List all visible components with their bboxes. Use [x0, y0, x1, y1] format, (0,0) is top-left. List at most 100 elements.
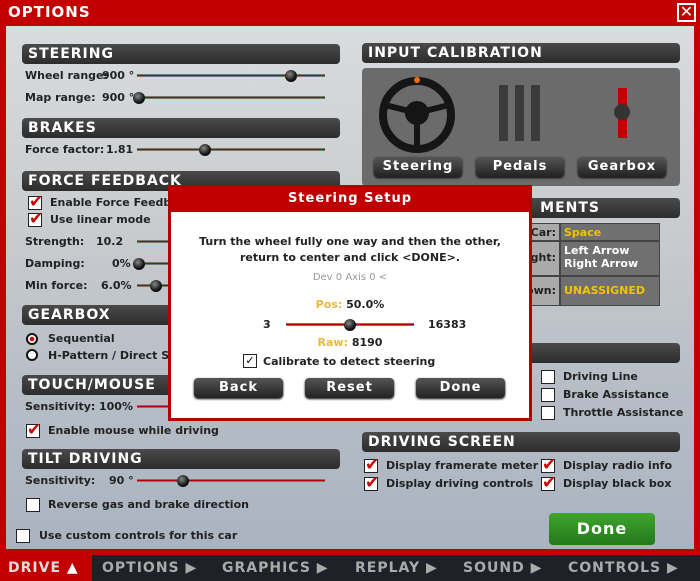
pos-value: 50.0%: [346, 298, 385, 311]
raw-value: 8190: [351, 336, 383, 349]
calibrate-checkbox[interactable]: ✓: [243, 354, 257, 368]
throttle-assistance-label: Throttle Assistance: [563, 406, 684, 419]
gearbox-calibrate-button[interactable]: Gearbox: [578, 157, 666, 177]
dialog-title: Steering Setup: [171, 188, 529, 212]
axis-max: 16383: [428, 318, 467, 331]
pedal-bar-icon: [531, 85, 540, 141]
map-range-label: Map range:: [25, 91, 96, 104]
slider-knob[interactable]: [285, 70, 297, 82]
h-pattern-radio[interactable]: [26, 349, 38, 361]
nav-controls[interactable]: CONTROLS ▶: [568, 555, 679, 581]
map-range-slider[interactable]: [133, 92, 325, 104]
steering-calibrate-button[interactable]: Steering: [374, 157, 462, 177]
reverse-gas-checkbox[interactable]: [26, 497, 40, 516]
strength-value: 10.2: [96, 235, 124, 248]
nav-label: DRIVE: [8, 560, 62, 576]
assignment-value-right: Right Arrow: [564, 257, 639, 270]
force-factor-label: Force factor:: [25, 143, 105, 156]
driving-controls-label: Display driving controls: [386, 477, 534, 490]
nav-label: OPTIONS: [102, 560, 180, 576]
triangle-up-icon: ▲: [66, 560, 79, 576]
triangle-right-icon: ▶: [530, 560, 543, 576]
axis-min: 3: [263, 318, 271, 331]
tilt-sensitivity-slider[interactable]: [137, 475, 325, 487]
reverse-gas-label: Reverse gas and brake direction: [48, 498, 249, 511]
steering-setup-dialog: Steering Setup Turn the wheel fully one …: [168, 185, 532, 421]
touch-sensitivity-label: Sensitivity:: [25, 400, 96, 413]
axis-position-slider: [286, 319, 414, 331]
wheel-range-value: 900 °: [102, 69, 135, 82]
nav-drive[interactable]: DRIVE ▲: [0, 555, 92, 581]
damping-label: Damping:: [25, 257, 85, 270]
slider-knob[interactable]: [177, 475, 189, 487]
assignment-value-left: Left Arrow: [564, 244, 630, 257]
bottom-nav: DRIVE ▲ OPTIONS ▶ GRAPHICS ▶ REPLAY ▶ SO…: [0, 555, 700, 581]
wheel-range-slider[interactable]: [137, 70, 325, 82]
linear-mode-label: Use linear mode: [50, 213, 151, 226]
map-range-value: 900 °: [102, 91, 135, 104]
reset-button[interactable]: Reset: [305, 378, 394, 398]
assignment-value[interactable]: UNASSIGNED: [560, 276, 660, 306]
raw-label: Raw:: [317, 336, 348, 349]
enable-mouse-label: Enable mouse while driving: [48, 424, 219, 437]
framerate-label: Display framerate meter: [386, 459, 539, 472]
wheel-range-label: Wheel range:: [25, 69, 108, 82]
pedal-bar-icon: [515, 85, 524, 141]
driving-line-label: Driving Line: [563, 370, 638, 383]
tilt-driving-header: TILT DRIVING: [22, 449, 340, 469]
enable-mouse-checkbox[interactable]: [26, 420, 41, 442]
done-button[interactable]: Done: [549, 513, 655, 545]
sequential-label: Sequential: [48, 332, 115, 345]
device-axis-label: Dev 0 Axis 0 <: [312, 272, 388, 283]
slider-knob[interactable]: [133, 92, 145, 104]
back-button[interactable]: Back: [194, 378, 283, 398]
black-box-checkbox[interactable]: [541, 473, 556, 495]
driving-screen-header: DRIVING SCREEN: [362, 432, 680, 452]
nav-label: CONTROLS: [568, 560, 662, 576]
nav-graphics[interactable]: GRAPHICS ▶: [222, 555, 329, 581]
gearbox-knob-icon: [614, 104, 630, 120]
assignment-value[interactable]: Left Arrow Right Arrow: [560, 241, 660, 276]
steering-wheel-icon: [379, 77, 455, 153]
nav-sound[interactable]: SOUND ▶: [463, 555, 542, 581]
close-button[interactable]: ✕: [677, 3, 696, 22]
touch-sensitivity-value: 100%: [99, 400, 133, 413]
triangle-right-icon: ▶: [667, 560, 679, 576]
nav-options[interactable]: OPTIONS ▶: [102, 555, 197, 581]
steering-header: STEERING: [22, 44, 340, 64]
slider-knob[interactable]: [199, 144, 211, 156]
tilt-sensitivity-value: 90 °: [109, 474, 134, 487]
instruction-line-1: Turn the wheel fully one way and then th…: [199, 235, 501, 248]
instruction-line-2: return to center and click <DONE>.: [240, 251, 460, 264]
min-force-label: Min force:: [25, 279, 88, 292]
nav-replay[interactable]: REPLAY ▶: [355, 555, 438, 581]
nav-label: REPLAY: [355, 560, 421, 576]
force-factor-slider[interactable]: [137, 144, 325, 156]
brake-assistance-label: Brake Assistance: [563, 388, 669, 401]
black-box-label: Display black box: [563, 477, 672, 490]
linear-mode-checkbox[interactable]: [28, 209, 43, 231]
min-force-value: 6.0%: [101, 279, 132, 292]
dialog-done-button[interactable]: Done: [416, 378, 505, 398]
slider-knob[interactable]: [133, 258, 145, 270]
throttle-assistance-checkbox[interactable]: [541, 405, 555, 424]
slider-knob[interactable]: [150, 280, 162, 292]
custom-controls-label: Use custom controls for this car: [39, 529, 238, 542]
pedals-calibrate-button[interactable]: Pedals: [476, 157, 564, 177]
strength-label: Strength:: [25, 235, 85, 248]
driving-controls-checkbox[interactable]: [364, 473, 379, 495]
triangle-right-icon: ▶: [426, 560, 438, 576]
driving-line-checkbox[interactable]: [541, 369, 555, 388]
assignment-value[interactable]: Space: [560, 223, 660, 241]
nav-label: GRAPHICS: [222, 560, 311, 576]
brake-assistance-checkbox[interactable]: [541, 387, 555, 406]
custom-controls-checkbox[interactable]: [16, 528, 30, 547]
radio-info-label: Display radio info: [563, 459, 673, 472]
nav-label: SOUND: [463, 560, 525, 576]
pos-label: Pos:: [315, 298, 343, 311]
tilt-sensitivity-label: Sensitivity:: [25, 474, 96, 487]
sequential-radio[interactable]: [26, 333, 38, 345]
window-title: OPTIONS: [8, 3, 91, 21]
slider-knob: [344, 319, 356, 331]
input-calibration-header: INPUT CALIBRATION: [362, 43, 680, 63]
